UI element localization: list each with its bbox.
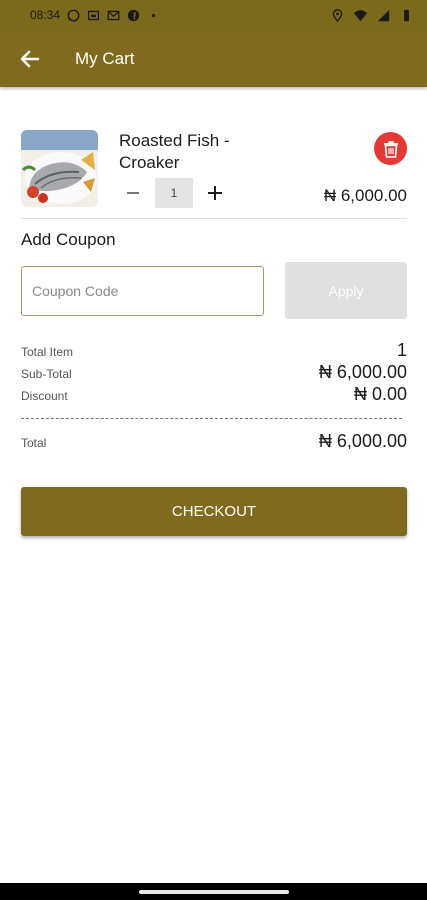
checkout-button[interactable]: CHECKOUT [21,487,407,536]
coupon-title: Add Coupon [21,230,116,249]
app-bar: My Cart [0,30,427,87]
food-image [21,130,98,207]
item-price: ₦ 6,000.00 [323,186,407,205]
delete-item-button[interactable] [374,132,407,165]
coupon-code-input[interactable] [21,266,264,316]
more-dot-icon [151,13,156,17]
discount-value: ₦ 0.00 [353,384,407,404]
minus-icon [127,192,139,194]
status-bar-left: 08:34 [30,8,160,22]
trash-icon [383,140,398,158]
product-image[interactable] [21,130,98,207]
facebook-icon [127,9,140,21]
plus-icon [208,186,222,200]
quantity-value: 1 [155,178,193,208]
total-item-label: Total Item [21,345,74,359]
subtotal-value: ₦ 6,000.00 [318,362,407,382]
total-label: Total [21,436,47,450]
status-bar: 08:34 [0,0,427,30]
page-title: My Cart [75,48,135,68]
gmail-icon [107,10,120,20]
system-nav-bar [0,883,427,900]
decrease-quantity-button[interactable] [119,179,147,207]
total-value: ₦ 6,000.00 [318,431,407,451]
subtotal-label: Sub-Total [21,367,72,381]
back-button[interactable] [0,30,60,87]
quantity-stepper: 1 [119,178,229,208]
summary-row-discount: Discount ₦ 0.00 [21,384,407,406]
status-bar-right [331,8,413,22]
battery-icon [404,9,409,21]
summary-row-total: Total ₦ 6,000.00 [21,431,407,455]
increase-quantity-button[interactable] [201,179,229,207]
signal-icon [377,9,390,21]
item-divider [21,218,407,219]
home-gesture-handle[interactable] [138,889,289,894]
total-item-value: 1 [396,340,407,360]
location-icon [332,8,343,22]
summary-row-total-item: Total Item 1 [21,340,407,362]
summary-row-subtotal: Sub-Total ₦ 6,000.00 [21,362,407,384]
cart-item: Roasted Fish - Croaker 1 ₦ 6,000.00 [21,130,407,210]
status-time: 08:34 [30,8,61,22]
wifi-icon [354,9,367,21]
whatsapp-icon [67,9,80,21]
summary-dashed-divider [21,418,402,419]
order-summary: Total Item 1 Sub-Total ₦ 6,000.00 Discou… [21,340,407,406]
arrow-left-icon [20,50,40,67]
discount-label: Discount [21,389,68,403]
store-icon [88,10,100,20]
apply-coupon-button[interactable]: Apply [285,262,407,319]
item-name: Roasted Fish - Croaker [119,131,230,172]
